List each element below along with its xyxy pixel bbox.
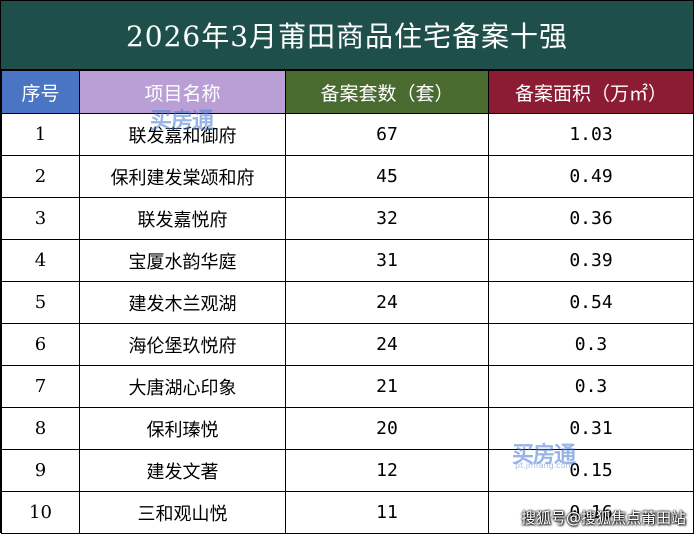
cell-rank: 7 bbox=[1, 365, 80, 408]
cell-rank: 1 bbox=[1, 113, 80, 156]
cell-units: 45 bbox=[285, 155, 489, 198]
cell-rank: 5 bbox=[1, 281, 80, 324]
cell-area: 0.49 bbox=[488, 155, 694, 198]
cell-project-name: 大唐湖心印象 bbox=[79, 365, 286, 408]
cell-area: 0.3 bbox=[488, 323, 694, 366]
cell-rank: 8 bbox=[1, 407, 80, 450]
cell-area: 1.03 bbox=[488, 113, 694, 156]
cell-rank: 3 bbox=[1, 197, 80, 240]
cell-project-name: 保利建发棠颂和府 bbox=[79, 155, 286, 198]
cell-area: 0.36 bbox=[488, 197, 694, 240]
cell-project-name: 三和观山悦 bbox=[79, 491, 286, 534]
cell-project-name: 建发文著 bbox=[79, 449, 286, 492]
cell-units: 24 bbox=[285, 323, 489, 366]
page-title: 2026年3月莆田商品住宅备案十强 bbox=[1, 1, 693, 70]
cell-units: 24 bbox=[285, 281, 489, 324]
cell-units: 12 bbox=[285, 449, 489, 492]
table-row: 1 联发嘉和御府 67 1.03 bbox=[1, 113, 694, 156]
cell-units: 20 bbox=[285, 407, 489, 450]
header-filed-area: 备案面积（万㎡） bbox=[488, 70, 694, 114]
table-row: 9 建发文著 12 0.15 bbox=[1, 449, 694, 492]
table-row: 8 保利瑧悦 20 0.31 bbox=[1, 407, 694, 450]
cell-units: 67 bbox=[285, 113, 489, 156]
cell-area: 0.16 bbox=[488, 491, 694, 534]
table-header-row: 序号 项目名称 备案套数（套） 备案面积（万㎡） bbox=[1, 70, 694, 114]
cell-area: 0.39 bbox=[488, 239, 694, 282]
cell-project-name: 建发木兰观湖 bbox=[79, 281, 286, 324]
cell-rank: 9 bbox=[1, 449, 80, 492]
table-row: 4 宝厦水韵华庭 31 0.39 bbox=[1, 239, 694, 282]
cell-project-name: 联发嘉悦府 bbox=[79, 197, 286, 240]
cell-project-name: 保利瑧悦 bbox=[79, 407, 286, 450]
table-row: 3 联发嘉悦府 32 0.36 bbox=[1, 197, 694, 240]
cell-rank: 6 bbox=[1, 323, 80, 366]
cell-area: 0.3 bbox=[488, 365, 694, 408]
cell-units: 31 bbox=[285, 239, 489, 282]
cell-area: 0.54 bbox=[488, 281, 694, 324]
cell-units: 32 bbox=[285, 197, 489, 240]
cell-project-name: 联发嘉和御府 bbox=[79, 113, 286, 156]
cell-project-name: 海伦堡玖悦府 bbox=[79, 323, 286, 366]
header-rank: 序号 bbox=[1, 70, 80, 114]
header-filed-units: 备案套数（套） bbox=[285, 70, 489, 114]
header-project-name: 项目名称 bbox=[79, 70, 286, 114]
table-row: 2 保利建发棠颂和府 45 0.49 bbox=[1, 155, 694, 198]
cell-units: 11 bbox=[285, 491, 489, 534]
table-row: 6 海伦堡玖悦府 24 0.3 bbox=[1, 323, 694, 366]
table-row: 5 建发木兰观湖 24 0.54 bbox=[1, 281, 694, 324]
cell-rank: 2 bbox=[1, 155, 80, 198]
cell-rank: 10 bbox=[1, 491, 80, 534]
ranking-table: 序号 项目名称 备案套数（套） 备案面积（万㎡） 1 联发嘉和御府 67 1.0… bbox=[1, 70, 694, 534]
cell-units: 21 bbox=[285, 365, 489, 408]
cell-project-name: 宝厦水韵华庭 bbox=[79, 239, 286, 282]
cell-area: 0.15 bbox=[488, 449, 694, 492]
table-row: 7 大唐湖心印象 21 0.3 bbox=[1, 365, 694, 408]
table-row: 10 三和观山悦 11 0.16 bbox=[1, 491, 694, 534]
cell-area: 0.31 bbox=[488, 407, 694, 450]
cell-rank: 4 bbox=[1, 239, 80, 282]
